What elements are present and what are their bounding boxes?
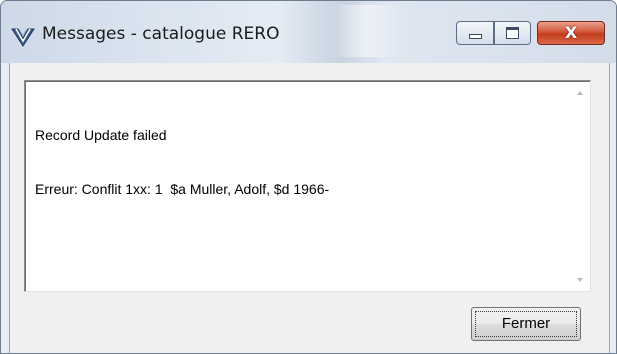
scroll-up-arrow-icon[interactable] bbox=[577, 91, 583, 95]
title-bar-gloss bbox=[331, 5, 401, 57]
maximize-button[interactable] bbox=[494, 21, 531, 45]
close-window-button[interactable]: X bbox=[537, 21, 605, 45]
maximize-icon bbox=[506, 27, 519, 39]
minimize-button[interactable] bbox=[456, 21, 494, 45]
scroll-down-arrow-icon[interactable] bbox=[577, 278, 583, 282]
message-line-1: Record Update failed bbox=[35, 127, 167, 143]
close-icon: X bbox=[564, 23, 578, 42]
dialog-body: Record Update failed Erreur: Conflit 1xx… bbox=[9, 63, 610, 353]
message-window: Messages - catalogue RERO X Record Updat… bbox=[0, 0, 617, 354]
vertical-scrollbar[interactable] bbox=[572, 82, 589, 290]
rero-app-icon[interactable] bbox=[11, 26, 35, 48]
message-text-area[interactable]: Record Update failed Erreur: Conflit 1xx… bbox=[24, 80, 591, 292]
minimize-icon bbox=[469, 34, 482, 39]
fermer-button-label: Fermer bbox=[501, 315, 551, 332]
fermer-button[interactable]: Fermer bbox=[471, 307, 581, 341]
window-title: Messages - catalogue RERO bbox=[42, 24, 280, 44]
message-content: Record Update failed Erreur: Conflit 1xx… bbox=[35, 90, 555, 234]
message-line-2: Erreur: Conflit 1xx: 1 $a Muller, Adolf,… bbox=[35, 181, 330, 197]
title-bar[interactable]: Messages - catalogue RERO X bbox=[1, 1, 616, 63]
